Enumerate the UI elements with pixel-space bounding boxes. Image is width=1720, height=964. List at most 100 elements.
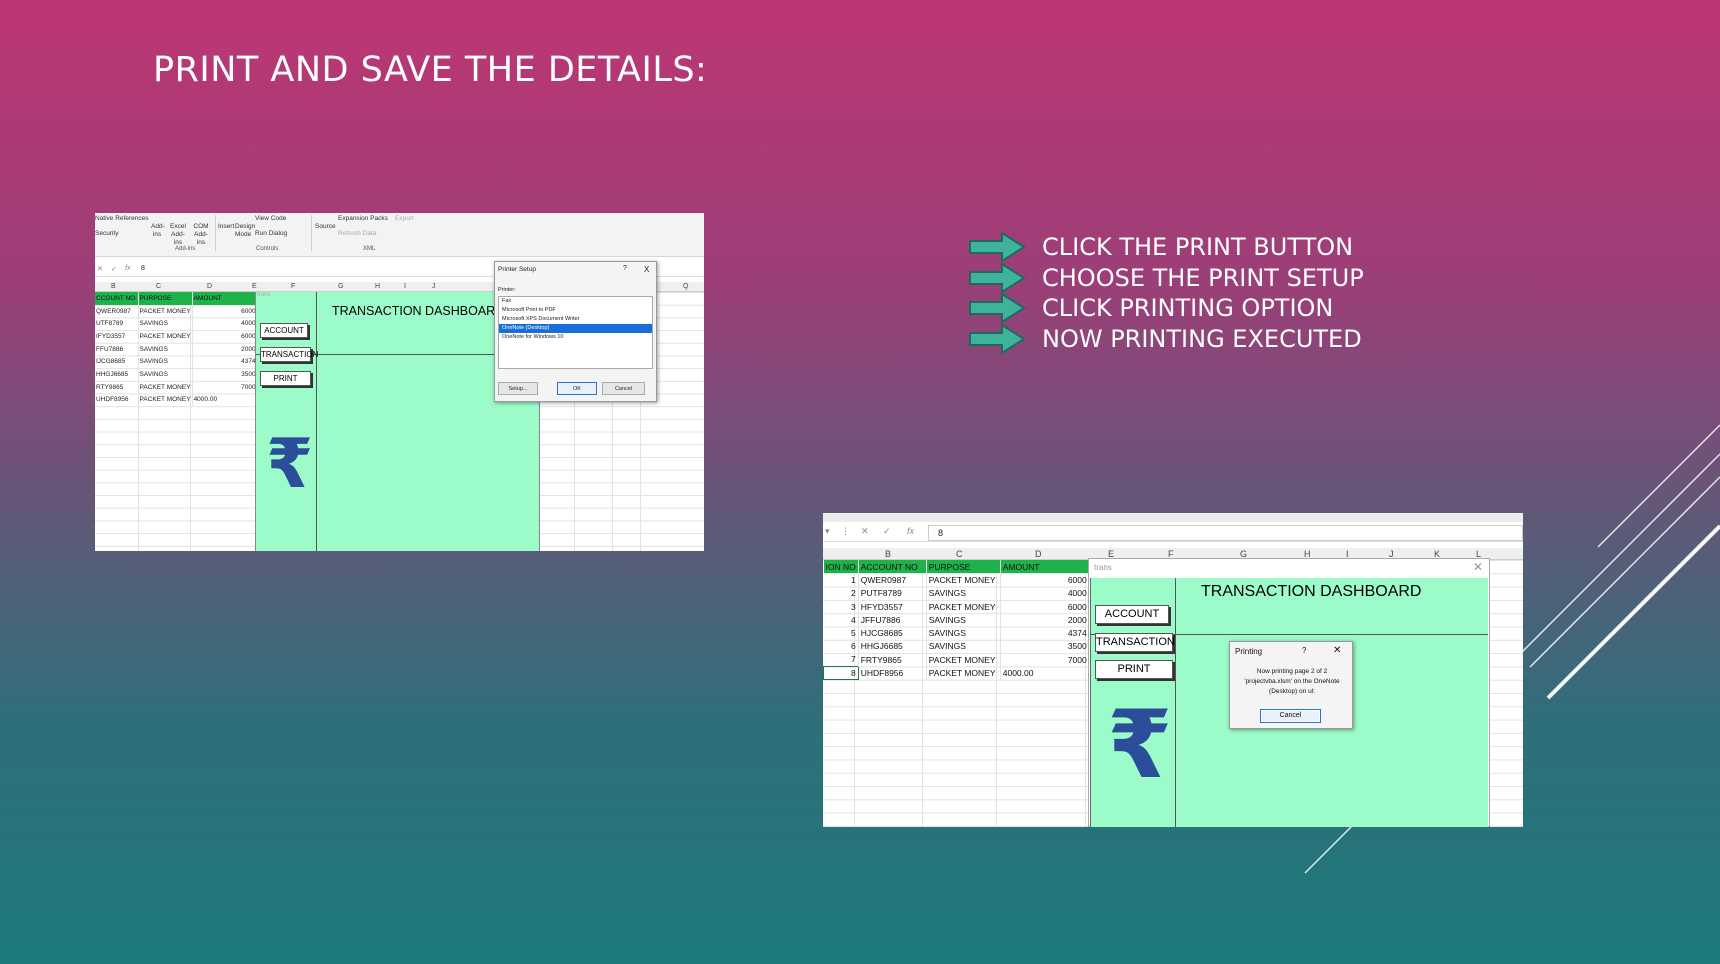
refresh-data-button[interactable]: Refresh Data: [338, 230, 376, 238]
table-cell[interactable]: SAVINGS: [926, 639, 1001, 654]
table-cell[interactable]: PACKET MONEY: [926, 653, 1001, 667]
table-cell[interactable]: HFYD3557: [858, 599, 927, 614]
printer-option-selected[interactable]: OneNote (Desktop): [499, 324, 652, 333]
table-cell[interactable]: PACKET MONEY: [138, 330, 193, 343]
printer-option[interactable]: Microsoft Print to PDF: [499, 306, 652, 315]
transaction-button[interactable]: TRANSACTION: [1095, 633, 1175, 652]
table-cell[interactable]: SAVINGS: [926, 626, 1001, 640]
xml-source-button[interactable]: Source: [315, 223, 336, 231]
table-cell[interactable]: 2: [823, 586, 859, 600]
table-header[interactable]: AMOUNT: [192, 292, 258, 305]
table-cell[interactable]: UHDF8956: [95, 393, 139, 407]
more-icon[interactable]: ⋮: [841, 526, 850, 537]
column-header[interactable]: B: [111, 283, 116, 290]
table-cell[interactable]: IJCG8685: [95, 355, 139, 369]
column-header[interactable]: F: [291, 283, 295, 290]
column-header[interactable]: C: [156, 283, 161, 290]
expansion-packs-button[interactable]: Expansion Packs: [338, 215, 388, 223]
table-cell[interactable]: FFU7886: [95, 342, 139, 356]
ok-button[interactable]: OK: [557, 382, 597, 395]
column-header[interactable]: C: [956, 549, 963, 559]
table-cell[interactable]: SAVINGS: [138, 342, 193, 356]
table-cell[interactable]: HJCG8685: [858, 626, 927, 640]
table-cell[interactable]: 4000: [1000, 586, 1090, 600]
macro-security-button[interactable]: Security: [95, 230, 118, 238]
column-header[interactable]: G: [338, 283, 343, 290]
table-cell[interactable]: PACKET MONEY: [926, 666, 1001, 680]
table-cell[interactable]: JFFU7886: [858, 613, 927, 627]
table-cell[interactable]: 3500: [192, 368, 258, 381]
table-cell[interactable]: SAVINGS: [926, 586, 1001, 600]
table-cell[interactable]: 7000: [192, 380, 258, 394]
column-header[interactable]: I: [404, 283, 406, 290]
close-icon[interactable]: ✕: [1473, 560, 1483, 574]
column-header[interactable]: D: [1035, 549, 1042, 559]
export-button[interactable]: Export: [395, 215, 414, 223]
active-cell[interactable]: 8: [823, 665, 859, 681]
printer-option[interactable]: Fax: [499, 297, 652, 306]
table-cell[interactable]: PACKET MONEY: [138, 304, 193, 318]
table-cell[interactable]: 3: [823, 599, 859, 614]
cancel-entry-icon[interactable]: ✕: [97, 265, 103, 273]
transaction-button[interactable]: TRANSACTION: [260, 347, 318, 362]
table-cell[interactable]: QWER0987: [858, 573, 927, 587]
table-cell[interactable]: 3500: [1000, 639, 1090, 654]
formula-input[interactable]: [928, 525, 1523, 541]
table-cell[interactable]: SAVINGS: [138, 317, 193, 331]
printer-option[interactable]: Microsoft XPS Document Writer: [499, 315, 652, 324]
confirm-entry-icon[interactable]: ✓: [111, 265, 117, 273]
view-code-button[interactable]: View Code: [255, 215, 286, 223]
print-button[interactable]: PRINT: [1095, 660, 1173, 679]
table-cell[interactable]: 6: [823, 639, 859, 654]
table-header[interactable]: AMOUNT: [1000, 560, 1090, 574]
com-addins-button[interactable]: COM Add-ins: [191, 223, 211, 247]
table-header[interactable]: ACCOUNT NO: [858, 560, 927, 574]
table-cell[interactable]: 6000: [192, 304, 258, 318]
table-cell[interactable]: RTY9865: [95, 380, 139, 394]
table-cell[interactable]: 2000: [1000, 613, 1090, 627]
table-cell[interactable]: PACKET MONEY: [926, 573, 1001, 587]
excel-addins-button[interactable]: Excel Add-ins: [167, 223, 189, 247]
function-icon[interactable]: fx: [907, 526, 914, 536]
table-cell[interactable]: SAVINGS: [138, 355, 193, 369]
addins-button[interactable]: Add-ins: [151, 223, 165, 239]
table-cell[interactable]: PACKET MONEY: [926, 599, 1001, 614]
table-cell[interactable]: 1: [823, 573, 859, 587]
cancel-button[interactable]: Cancel: [602, 382, 645, 395]
table-cell[interactable]: 4374: [192, 355, 258, 369]
formula-value[interactable]: 8: [938, 528, 943, 538]
table-cell[interactable]: 4000: [192, 317, 258, 331]
formula-bar[interactable]: ▾ ⋮ ✕ ✓ fx 8: [823, 524, 1523, 542]
table-cell[interactable]: 7000: [1000, 653, 1090, 667]
table-cell[interactable]: 4: [823, 613, 859, 627]
help-icon[interactable]: ?: [623, 265, 627, 272]
table-cell[interactable]: PUTF8789: [858, 586, 927, 600]
cancel-entry-icon[interactable]: ✕: [861, 526, 869, 537]
table-cell[interactable]: 6000: [1000, 599, 1090, 614]
setup-button[interactable]: Setup...: [498, 382, 538, 395]
table-cell[interactable]: FRTY9865: [858, 653, 927, 667]
function-icon[interactable]: fx: [125, 265, 130, 272]
column-header[interactable]: E: [252, 283, 257, 290]
close-icon[interactable]: X: [644, 265, 649, 274]
table-cell[interactable]: 7: [823, 653, 859, 667]
printer-list[interactable]: Fax Microsoft Print to PDF Microsoft XPS…: [498, 296, 653, 369]
table-header[interactable]: PURPOSE: [926, 560, 1001, 574]
table-cell[interactable]: SAVINGS: [138, 368, 193, 381]
table-cell[interactable]: UHDF8956: [858, 666, 927, 680]
table-header[interactable]: CCOUNT NO: [95, 292, 139, 305]
account-button[interactable]: ACCOUNT: [1095, 605, 1169, 624]
table-cell[interactable]: 4000.00: [192, 393, 258, 407]
table-cell[interactable]: PACKET MONEY: [138, 393, 193, 407]
cancel-button[interactable]: Cancel: [1260, 709, 1321, 723]
name-box-dropdown-icon[interactable]: ▾: [825, 526, 830, 537]
close-icon[interactable]: ✕: [1333, 645, 1341, 656]
printer-option[interactable]: OneNote for Windows 10: [499, 333, 652, 342]
table-cell[interactable]: UTF8789: [95, 317, 139, 331]
table-cell[interactable]: 6000: [192, 330, 258, 343]
table-header[interactable]: PURPOSE: [138, 292, 193, 305]
table-header[interactable]: ION NO: [823, 560, 859, 574]
help-icon[interactable]: ?: [1302, 646, 1306, 655]
table-cell[interactable]: HHGJ6685: [858, 639, 927, 654]
table-cell[interactable]: QWER0987: [95, 304, 139, 318]
